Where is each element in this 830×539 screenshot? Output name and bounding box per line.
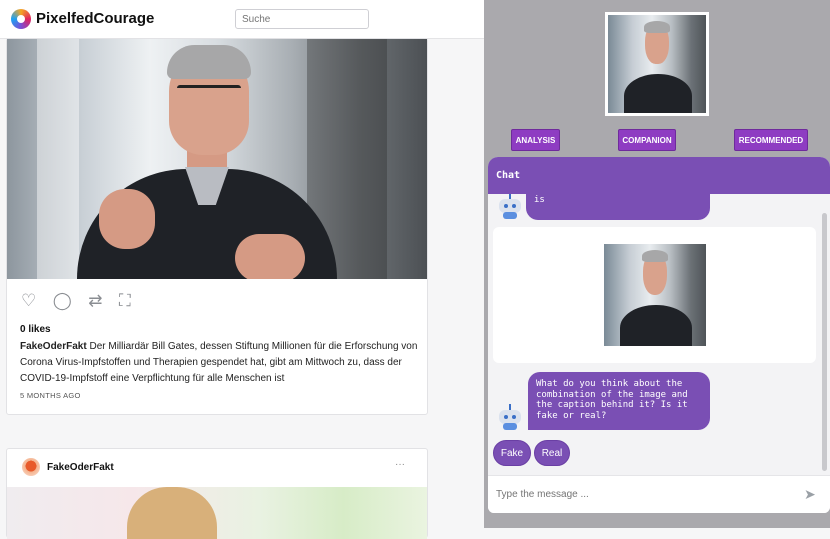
message-image[interactable]: [604, 244, 706, 346]
post-caption: FakeOderFakt Der Milliardär Bill Gates, …: [20, 339, 420, 387]
app-brand[interactable]: PixelfedCourage: [36, 10, 154, 27]
bot-avatar-icon: [496, 193, 524, 219]
fake-button[interactable]: Fake: [493, 440, 531, 466]
tab-companion[interactable]: COMPANION: [618, 129, 676, 151]
assistant-panel: ANALYSIS COMPANION RECOMMENDED Well done…: [484, 0, 830, 528]
message-image-card: [493, 227, 816, 363]
post-image[interactable]: [7, 487, 427, 539]
post-image[interactable]: [7, 39, 427, 279]
chat-header: Chat: [488, 157, 830, 194]
chat-scrollbar[interactable]: [822, 213, 827, 471]
bot-avatar-icon: [496, 404, 524, 430]
heart-icon[interactable]: ♡: [21, 291, 36, 311]
tab-recommended[interactable]: RECOMMENDED: [734, 129, 808, 151]
expand-icon[interactable]: ⛶: [119, 291, 131, 311]
avatar[interactable]: [22, 458, 40, 476]
bot-message: What do you think about the combination …: [528, 372, 710, 430]
top-navbar: PixelfedCourage: [0, 0, 484, 39]
post-timestamp[interactable]: 5 MONTHS AGO: [20, 391, 81, 400]
search-input[interactable]: [235, 9, 369, 29]
post-card: FakeOderFakt ···: [6, 448, 428, 539]
tab-analysis[interactable]: ANALYSIS: [511, 129, 560, 151]
pixelfed-logo-icon[interactable]: [11, 9, 31, 29]
message-input[interactable]: [494, 488, 788, 501]
comment-icon[interactable]: ◯: [53, 291, 72, 311]
chat-window: Well done!! Your selected image is What …: [488, 157, 830, 513]
post-actions: ♡ ◯ ⇄ ⛶: [21, 291, 143, 311]
likes-count: 0 likes: [20, 324, 51, 335]
caption-author[interactable]: FakeOderFakt: [20, 341, 87, 352]
post-card: ♡ ◯ ⇄ ⛶ 0 likes FakeOderFakt Der Milliar…: [6, 38, 428, 415]
more-options-icon[interactable]: ···: [395, 459, 405, 470]
post-author[interactable]: FakeOderFakt: [47, 462, 114, 473]
selected-image-thumbnail: [605, 12, 709, 116]
send-icon[interactable]: ➤: [804, 486, 816, 503]
share-icon[interactable]: ⇄: [88, 291, 102, 311]
real-button[interactable]: Real: [534, 440, 570, 466]
message-bar: ➤: [488, 475, 830, 513]
